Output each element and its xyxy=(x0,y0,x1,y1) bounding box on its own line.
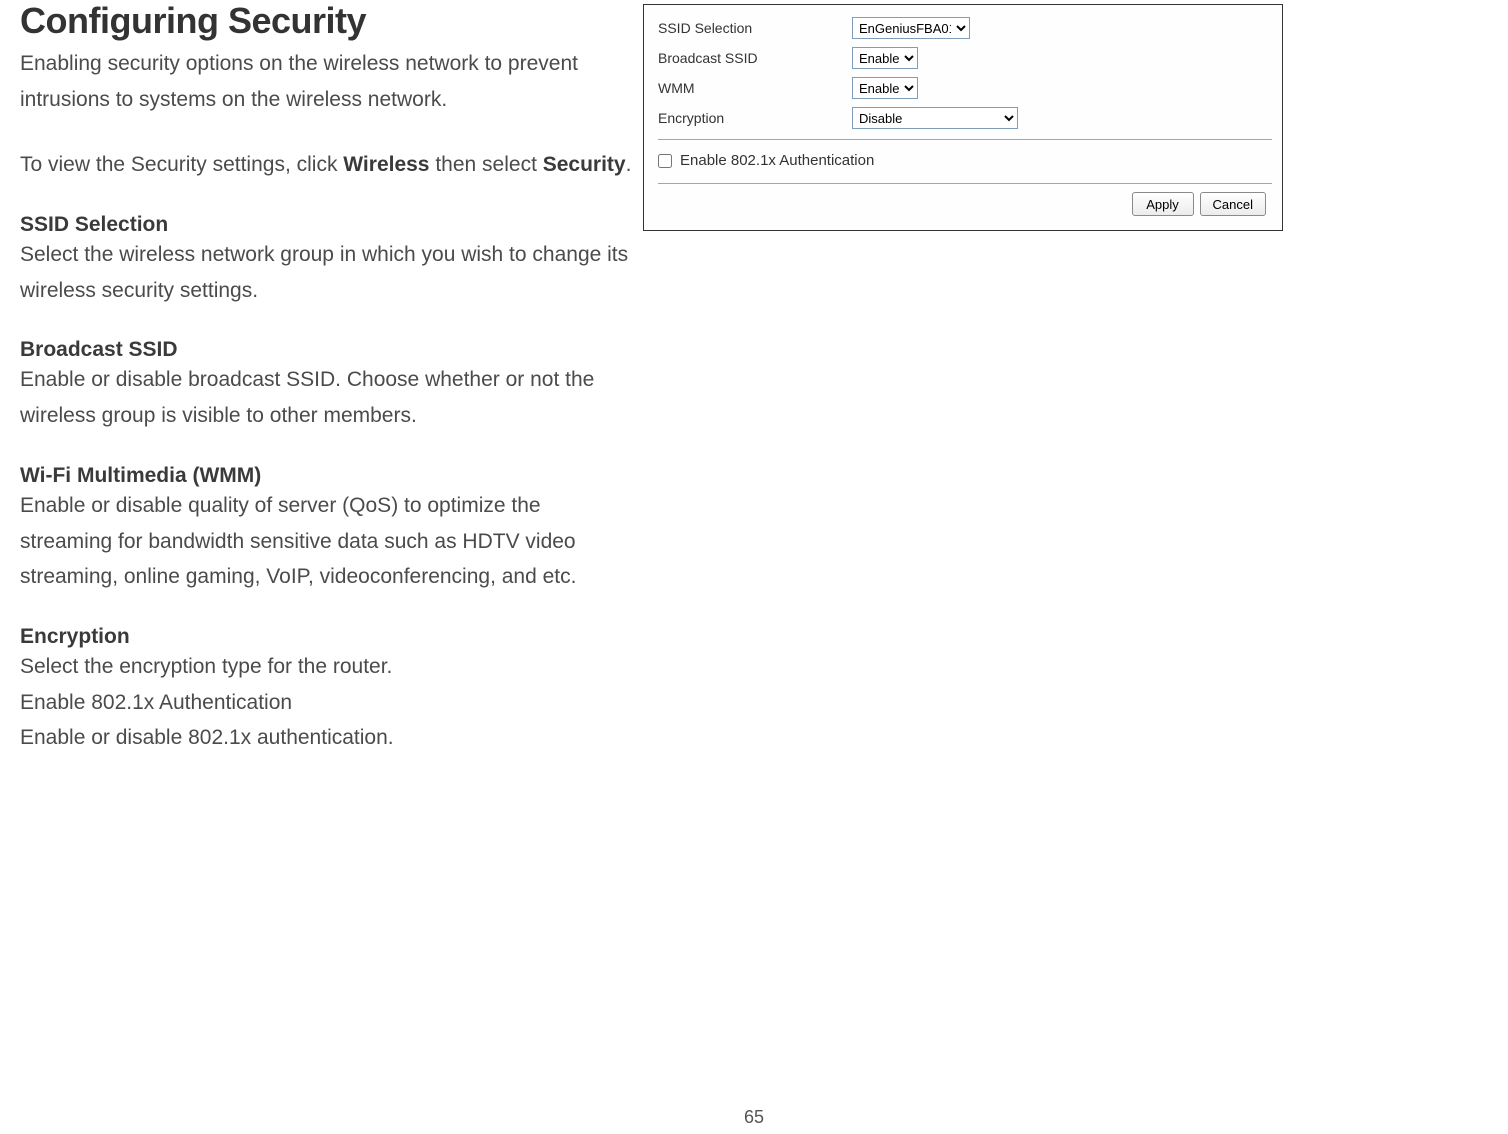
nav-wireless: Wireless xyxy=(343,153,429,176)
nav-security: Security xyxy=(543,153,626,176)
section-title-ssid: SSID Selection xyxy=(20,213,635,237)
nav-instruction: To view the Security settings, click Wir… xyxy=(20,147,635,183)
apply-button[interactable]: Apply xyxy=(1132,192,1194,216)
section-title-bcast: Broadcast SSID xyxy=(20,338,635,362)
row-wmm: WMM Enable xyxy=(658,73,1272,103)
section-body-enc-3: Enable or disable 802.1x authentication. xyxy=(20,720,635,756)
page-number: 65 xyxy=(744,1107,764,1128)
nav-post: . xyxy=(626,153,632,176)
section-title-wmm: Wi-Fi Multimedia (WMM) xyxy=(20,464,635,488)
section-title-enc: Encryption xyxy=(20,625,635,649)
row-encryption: Encryption Disable xyxy=(658,103,1272,133)
label-encryption: Encryption xyxy=(658,110,852,126)
encryption-dropdown[interactable]: Disable xyxy=(852,107,1018,129)
settings-panel-column: SSID Selection EnGeniusFBA016 Broadcast … xyxy=(643,0,1283,231)
intro-text: Enabling security options on the wireles… xyxy=(20,46,635,117)
cancel-button[interactable]: Cancel xyxy=(1200,192,1266,216)
page-title: Configuring Security xyxy=(20,0,635,42)
section-body-wmm: Enable or disable quality of server (QoS… xyxy=(20,488,635,595)
button-row: Apply Cancel xyxy=(658,188,1272,224)
wmm-dropdown[interactable]: Enable xyxy=(852,77,918,99)
divider xyxy=(658,139,1272,140)
row-broadcast-ssid: Broadcast SSID Enable xyxy=(658,43,1272,73)
section-body-enc-2: Enable 802.1x Authentication xyxy=(20,685,635,721)
broadcast-ssid-dropdown[interactable]: Enable xyxy=(852,47,918,69)
nav-pre: To view the Security settings, click xyxy=(20,153,343,176)
ssid-selection-dropdown[interactable]: EnGeniusFBA016 xyxy=(852,17,970,39)
enable-8021x-checkbox[interactable] xyxy=(658,154,672,168)
label-broadcast-ssid: Broadcast SSID xyxy=(658,50,852,66)
section-body-enc-1: Select the encryption type for the route… xyxy=(20,649,635,685)
divider xyxy=(658,183,1272,184)
row-8021x-auth: Enable 802.1x Authentication xyxy=(658,144,1272,175)
label-ssid-selection: SSID Selection xyxy=(658,20,852,36)
nav-mid: then select xyxy=(430,153,543,176)
section-body-ssid: Select the wireless network group in whi… xyxy=(20,237,635,308)
section-body-bcast: Enable or disable broadcast SSID. Choose… xyxy=(20,362,635,433)
label-wmm: WMM xyxy=(658,80,852,96)
enable-8021x-label: Enable 802.1x Authentication xyxy=(680,152,874,169)
row-ssid-selection: SSID Selection EnGeniusFBA016 xyxy=(658,13,1272,43)
security-settings-panel: SSID Selection EnGeniusFBA016 Broadcast … xyxy=(643,4,1283,231)
documentation-column: Configuring Security Enabling security o… xyxy=(20,0,635,756)
